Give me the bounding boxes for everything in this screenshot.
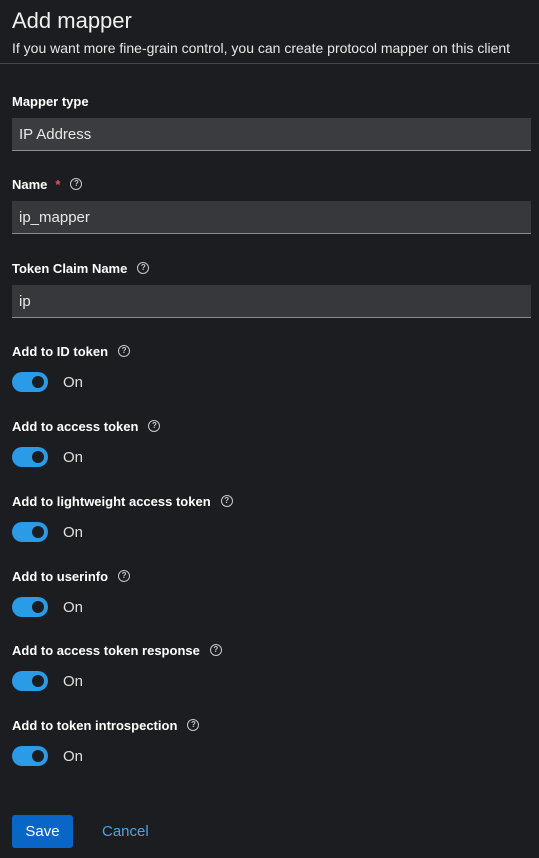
toggle-label: Add to lightweight access token	[12, 493, 211, 509]
mapper-type-label: Mapper type	[12, 93, 89, 109]
name-label: Name	[12, 176, 48, 192]
toggle-control-row: On	[12, 597, 531, 617]
toggle-label-row: Add to ID token ?	[12, 342, 531, 360]
add-mapper-page: Add mapper If you want more fine-grain c…	[0, 0, 539, 858]
token-introspection-switch[interactable]	[12, 746, 48, 766]
switch-knob	[32, 376, 44, 388]
required-marker: *	[55, 176, 61, 192]
toggle-label: Add to access token response	[12, 642, 200, 658]
page-header: Add mapper If you want more fine-grain c…	[0, 0, 539, 64]
switch-knob	[32, 675, 44, 687]
toggle-add-to-token-introspection: Add to token introspection ? On	[12, 716, 531, 766]
access-token-response-switch[interactable]	[12, 671, 48, 691]
help-icon[interactable]: ?	[118, 345, 131, 357]
toggle-state-text: On	[63, 523, 84, 541]
toggle-control-row: On	[12, 746, 531, 766]
switch-knob	[32, 526, 44, 538]
switch-knob	[32, 601, 44, 613]
help-icon[interactable]: ?	[209, 644, 222, 656]
lightweight-access-token-switch[interactable]	[12, 522, 48, 542]
toggle-state-text: On	[63, 448, 84, 466]
toggle-label-row: Add to access token ?	[12, 417, 531, 435]
name-input[interactable]: ip_mapper	[12, 201, 531, 234]
toggle-state-text: On	[63, 672, 84, 690]
help-icon[interactable]: ?	[118, 570, 131, 582]
toggle-add-to-userinfo: Add to userinfo ? On	[12, 567, 531, 617]
help-icon[interactable]: ?	[70, 178, 83, 190]
toggle-label-row: Add to token introspection ?	[12, 716, 531, 734]
cancel-button[interactable]: Cancel	[102, 823, 149, 840]
toggle-add-to-lightweight-access-token: Add to lightweight access token ? On	[12, 492, 531, 542]
page-title: Add mapper	[12, 8, 132, 33]
toggle-control-row: On	[12, 671, 531, 691]
toggle-label: Add to access token	[12, 418, 139, 434]
help-icon[interactable]: ?	[148, 420, 161, 432]
save-button[interactable]: Save	[12, 815, 73, 848]
access-token-switch[interactable]	[12, 447, 48, 467]
toggle-control-row: On	[12, 447, 531, 467]
toggle-label: Add to token introspection	[12, 717, 178, 733]
toggle-label: Add to userinfo	[12, 568, 109, 584]
toggle-label-row: Add to lightweight access token ?	[12, 492, 531, 510]
token-claim-name-field: Token Claim Name ? ip	[12, 259, 531, 318]
form-actions: Save Cancel	[12, 815, 149, 848]
toggle-label-row: Add to userinfo ?	[12, 567, 531, 585]
toggle-state-text: On	[63, 373, 84, 391]
mapper-type-input[interactable]: IP Address	[12, 118, 531, 151]
toggle-label: Add to ID token	[12, 343, 109, 359]
userinfo-switch[interactable]	[12, 597, 48, 617]
switch-knob	[32, 451, 44, 463]
mapper-type-field: Mapper type IP Address	[12, 92, 531, 151]
page-subtitle: If you want more fine-grain control, you…	[12, 40, 511, 56]
help-icon[interactable]: ?	[137, 262, 150, 274]
toggle-control-row: On	[12, 372, 531, 392]
toggle-state-text: On	[63, 598, 84, 616]
help-icon[interactable]: ?	[220, 495, 233, 507]
toggle-add-to-id-token: Add to ID token ? On	[12, 342, 531, 392]
help-icon[interactable]: ?	[187, 719, 200, 731]
toggle-add-to-access-token: Add to access token ? On	[12, 417, 531, 467]
switch-knob	[32, 750, 44, 762]
token-claim-name-input[interactable]: ip	[12, 285, 531, 318]
toggle-control-row: On	[12, 522, 531, 542]
toggle-state-text: On	[63, 747, 84, 765]
token-claim-name-label: Token Claim Name	[12, 260, 128, 276]
name-label-row: Name * ?	[12, 175, 531, 193]
name-field: Name * ? ip_mapper	[12, 175, 531, 234]
id-token-switch[interactable]	[12, 372, 48, 392]
toggle-label-row: Add to access token response ?	[12, 641, 531, 659]
token-claim-name-label-row: Token Claim Name ?	[12, 259, 531, 277]
toggle-add-to-access-token-response: Add to access token response ? On	[12, 641, 531, 691]
